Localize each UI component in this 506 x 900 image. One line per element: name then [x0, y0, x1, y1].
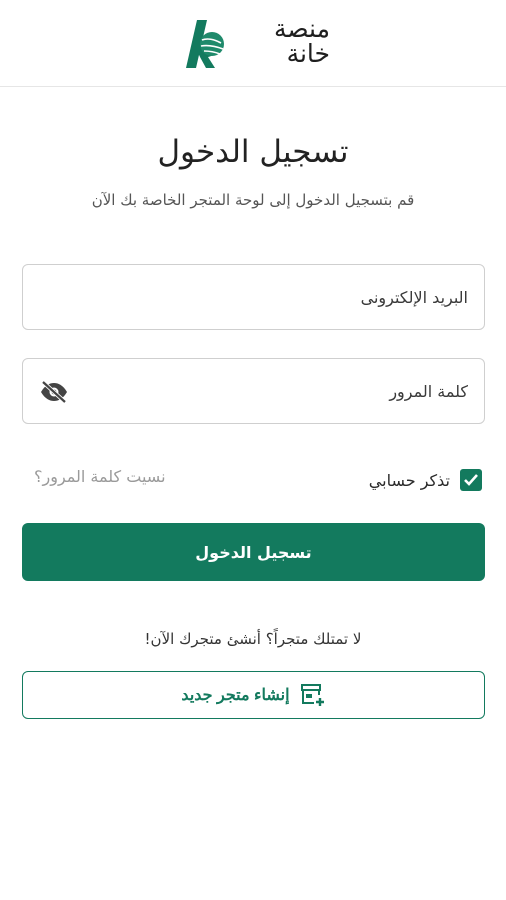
check-icon — [464, 474, 478, 486]
brand-logo-line1: منصة — [273, 14, 330, 43]
brand-logo-mark — [186, 20, 224, 68]
password-field[interactable] — [22, 358, 485, 424]
brand-logo-line2: خانة — [286, 39, 330, 68]
remember-me[interactable]: تذكر حسابي — [369, 466, 482, 494]
login-button[interactable]: تسجيل الدخول — [22, 523, 485, 581]
brand-logo-text: منصة خانة — [234, 16, 330, 66]
forgot-password-link[interactable]: نسيت كلمة المرور؟ — [34, 467, 166, 486]
app-header: منصة خانة — [0, 0, 506, 87]
add-store-icon — [300, 683, 326, 707]
page-subtitle: قم بتسجيل الدخول إلى لوحة المتجر الخاصة … — [91, 191, 415, 209]
remember-label: تذكر حسابي — [368, 470, 450, 490]
page-title: تسجيل الدخول — [157, 134, 349, 170]
remember-checkbox[interactable] — [460, 469, 482, 491]
eye-off-icon[interactable] — [39, 379, 69, 405]
create-store-button[interactable]: إنشاء متجر جديد — [22, 671, 485, 719]
signup-prompt: لا تمتلك متجراً؟ أنشئ متجرك الآن! — [144, 630, 362, 648]
brand-logo[interactable]: منصة خانة — [180, 14, 330, 72]
email-input[interactable] — [23, 265, 484, 329]
password-input[interactable] — [23, 359, 484, 423]
create-store-label: إنشاء متجر جديد — [181, 687, 290, 704]
email-field[interactable] — [22, 264, 485, 330]
